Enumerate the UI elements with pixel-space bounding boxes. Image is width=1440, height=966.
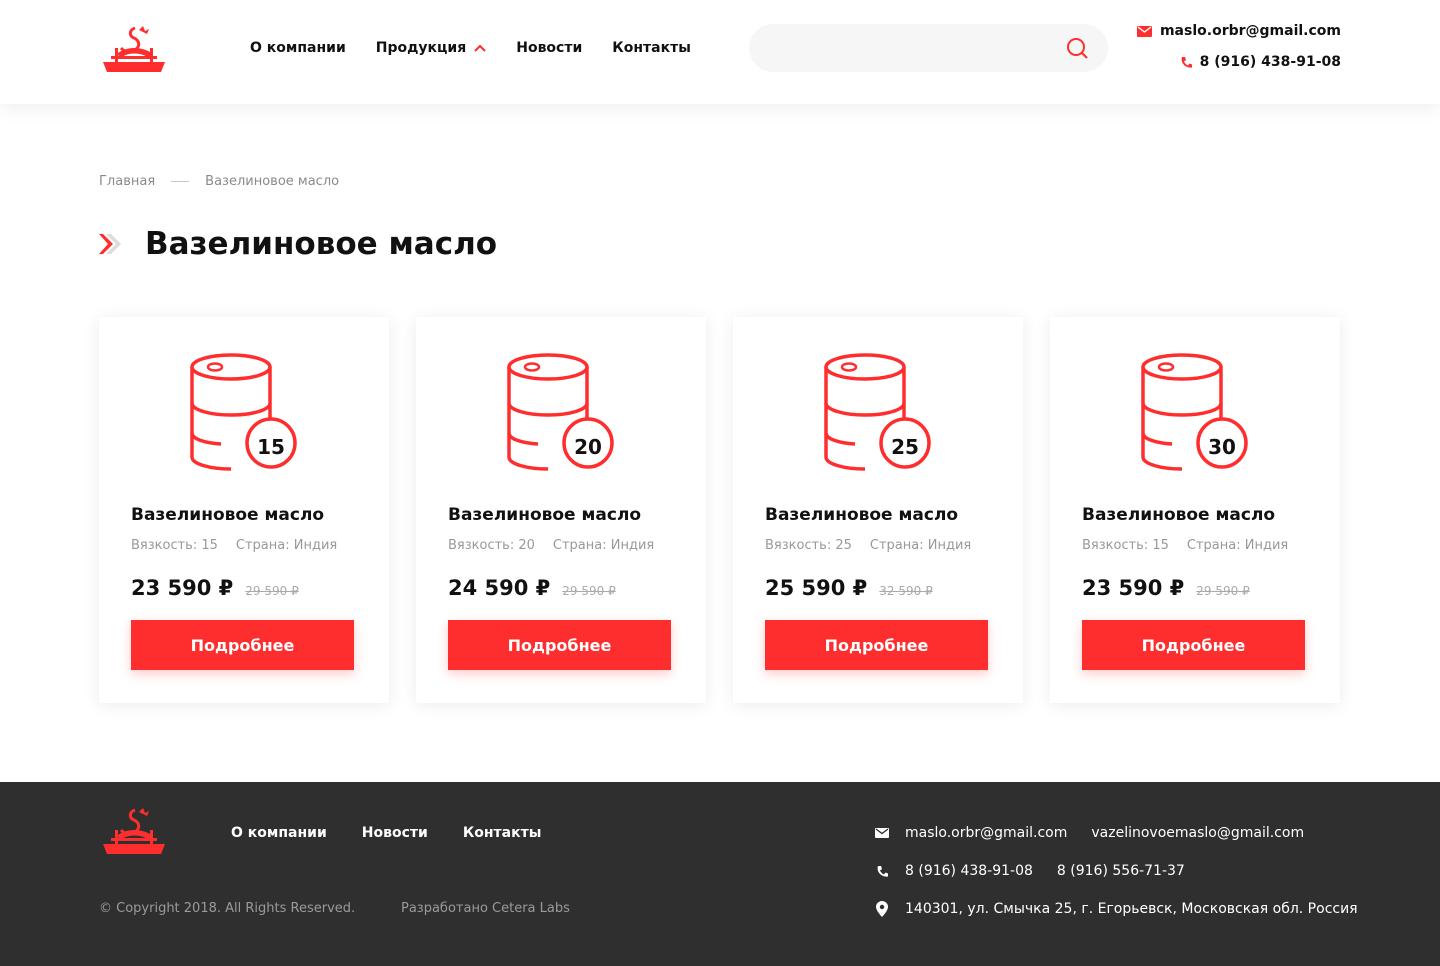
old-price: 29 590 ₽: [245, 584, 299, 598]
product-name[interactable]: Вазелиновое масло: [765, 505, 958, 525]
header-email-text: maslo.orbr@gmail.com: [1159, 23, 1341, 39]
mail-icon: [1136, 25, 1152, 37]
viscosity-label: Вязкость: 15: [1082, 538, 1169, 553]
old-price: 29 590 ₽: [562, 584, 616, 598]
breadcrumb-separator: [171, 181, 190, 182]
main-nav: О компании Продукция Новости Контакты: [250, 40, 721, 56]
nav-products-label: Продукция: [375, 40, 467, 56]
product-specs: Вязкость: 15 Страна: Индия: [1082, 538, 1288, 553]
price-block: 23 590 ₽ 29 590 ₽: [1082, 576, 1250, 600]
nav-about[interactable]: О компании: [250, 40, 346, 56]
footer-phones: 8 (916) 438-91-08 8 (916) 556-71-37: [875, 863, 1185, 879]
footer-phone-secondary[interactable]: 8 (916) 556-71-37: [1057, 863, 1185, 879]
copyright: © Copyright 2018. All Rights Reserved.: [99, 901, 356, 916]
product-card[interactable]: 20 Вазелиновое масло Вязкость: 20 Страна…: [416, 317, 706, 703]
product-card[interactable]: 30 Вазелиновое масло Вязкость: 15 Страна…: [1050, 317, 1340, 703]
product-name[interactable]: Вазелиновое масло: [1082, 505, 1275, 525]
nav-news[interactable]: Новости: [516, 40, 582, 56]
details-button[interactable]: Подробнее: [1082, 620, 1305, 670]
product-card[interactable]: 25 Вазелиновое масло Вязкость: 25 Страна…: [733, 317, 1023, 703]
double-chevron-icon: [99, 234, 121, 254]
footer-logo[interactable]: [99, 806, 169, 860]
product-card[interactable]: 15 Вазелиновое масло Вязкость: 15 Страна…: [99, 317, 389, 703]
country-label: Страна: Индия: [1186, 538, 1289, 553]
breadcrumb-current: Вазелиновое масло: [205, 174, 340, 189]
price-block: 25 590 ₽ 32 590 ₽: [765, 576, 933, 600]
product-name[interactable]: Вазелиновое масло: [131, 505, 324, 525]
footer-nav: О компании Новости Контакты: [231, 825, 576, 841]
breadcrumb-home[interactable]: Главная: [99, 174, 155, 189]
header-email[interactable]: maslo.orbr@gmail.com: [1136, 23, 1341, 39]
details-button[interactable]: Подробнее: [765, 620, 988, 670]
country-label: Страна: Индия: [235, 538, 338, 553]
site-footer: О компании Новости Контакты © Copyright …: [0, 782, 1440, 966]
footer-email-secondary[interactable]: vazelinovoemaslo@gmail.com: [1091, 825, 1304, 841]
mail-icon: [875, 825, 889, 841]
footer-nav-about[interactable]: О компании: [231, 825, 327, 841]
viscosity-badge: 20: [574, 435, 602, 459]
header-phone-text: 8 (916) 438-91-08: [1199, 54, 1341, 70]
country-label: Страна: Индия: [869, 538, 972, 553]
price: 23 590 ₽: [131, 576, 234, 600]
footer-email-primary[interactable]: maslo.orbr@gmail.com: [905, 825, 1067, 841]
price-block: 24 590 ₽ 29 590 ₽: [448, 576, 616, 600]
footer-phone-primary[interactable]: 8 (916) 438-91-08: [905, 863, 1033, 879]
viscosity-badge: 15: [257, 435, 285, 459]
search-box: [749, 24, 1108, 72]
price: 25 590 ₽: [765, 576, 868, 600]
country-label: Страна: Индия: [552, 538, 655, 553]
details-button[interactable]: Подробнее: [448, 620, 671, 670]
header-phone[interactable]: 8 (916) 438-91-08: [1180, 54, 1341, 70]
nav-products[interactable]: Продукция: [376, 40, 486, 56]
nav-about-label: О компании: [250, 40, 346, 56]
details-button[interactable]: Подробнее: [131, 620, 354, 670]
footer-address: 140301, ул. Смычка 25, г. Егорьевск, Мос…: [875, 901, 1358, 917]
product-grid: 15 Вазелиновое масло Вязкость: 15 Страна…: [99, 317, 1341, 703]
viscosity-label: Вязкость: 15: [131, 538, 218, 553]
footer-emails: maslo.orbr@gmail.com vazelinovoemaslo@gm…: [875, 825, 1304, 841]
viscosity-label: Вязкость: 20: [448, 538, 535, 553]
search-icon[interactable]: [1066, 37, 1088, 59]
search-input[interactable]: [771, 24, 1061, 72]
chevron-up-icon: [474, 44, 486, 52]
product-specs: Вязкость: 20 Страна: Индия: [448, 538, 654, 553]
developer-credit[interactable]: Разработано Cetera Labs: [401, 901, 570, 916]
logo[interactable]: [99, 24, 169, 78]
price: 23 590 ₽: [1082, 576, 1185, 600]
product-specs: Вязкость: 25 Страна: Индия: [765, 538, 971, 553]
phone-icon: [875, 863, 889, 879]
page-heading: Вазелиновое масло: [99, 226, 497, 262]
nav-news-label: Новости: [516, 40, 583, 56]
page-title: Вазелиновое масло: [145, 226, 498, 262]
breadcrumb: Главная Вазелиновое масло: [99, 174, 339, 189]
footer-address-text: 140301, ул. Смычка 25, г. Егорьевск, Мос…: [905, 901, 1358, 917]
nav-contacts[interactable]: Контакты: [612, 40, 691, 56]
viscosity-badge: 30: [1208, 435, 1236, 459]
price: 24 590 ₽: [448, 576, 551, 600]
viscosity-badge: 25: [891, 435, 919, 459]
location-pin-icon: [875, 901, 889, 917]
site-header: О компании Продукция Новости Контакты ma…: [0, 0, 1440, 104]
old-price: 29 590 ₽: [1196, 584, 1250, 598]
footer-nav-news[interactable]: Новости: [362, 825, 428, 841]
footer-nav-contacts[interactable]: Контакты: [463, 825, 542, 841]
nav-contacts-label: Контакты: [612, 40, 691, 56]
price-block: 23 590 ₽ 29 590 ₽: [131, 576, 299, 600]
viscosity-label: Вязкость: 25: [765, 538, 852, 553]
product-specs: Вязкость: 15 Страна: Индия: [131, 538, 337, 553]
phone-icon: [1181, 56, 1192, 68]
old-price: 32 590 ₽: [879, 584, 933, 598]
product-name[interactable]: Вазелиновое масло: [448, 505, 641, 525]
